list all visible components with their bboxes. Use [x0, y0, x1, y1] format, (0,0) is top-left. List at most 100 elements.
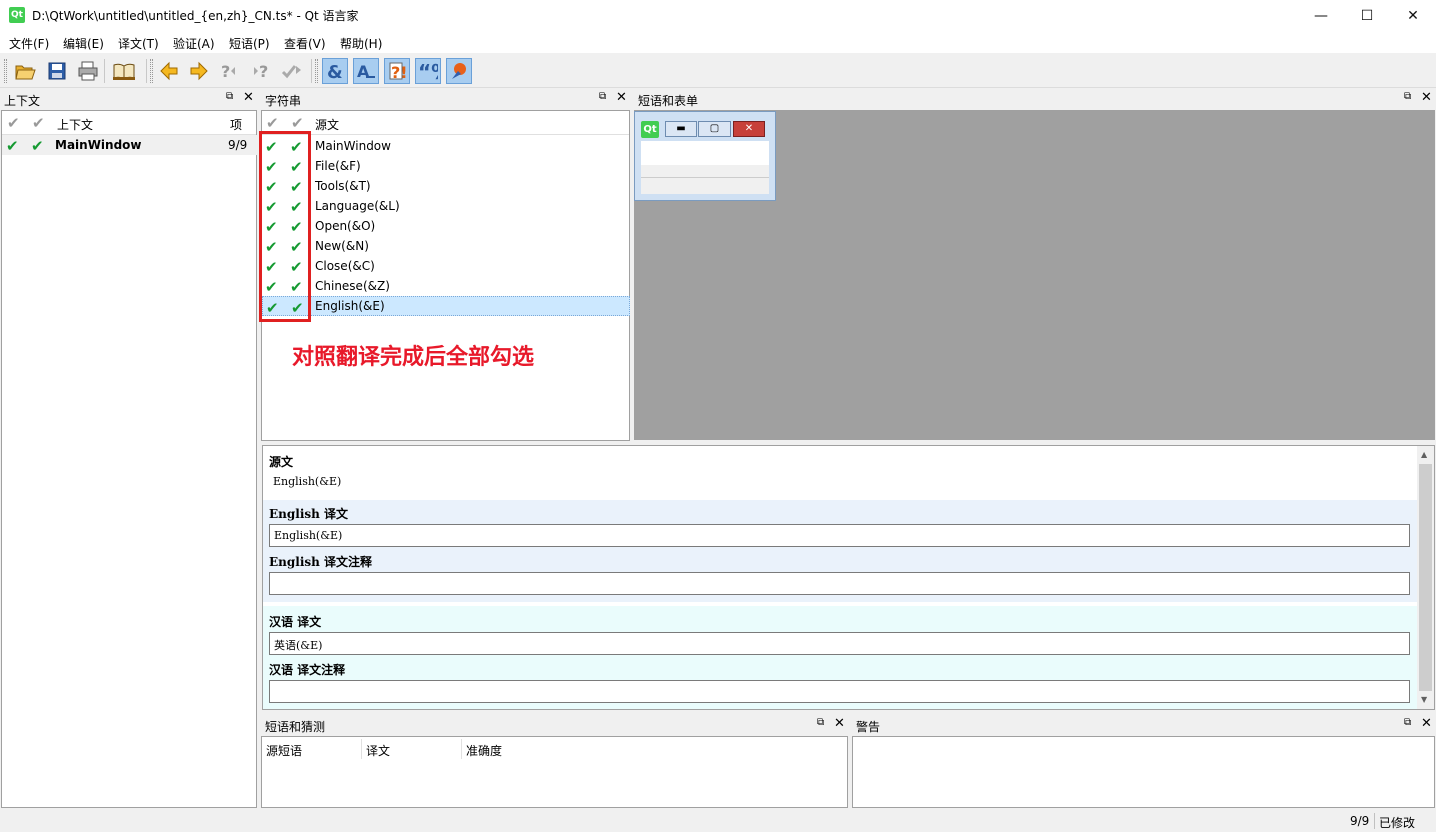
svg-text:A: A: [357, 62, 370, 81]
zh-translation-field[interactable]: 英语(&E): [269, 632, 1410, 655]
maximize-button[interactable]: ☐: [1344, 0, 1390, 31]
string-row[interactable]: ✔ ✔ Language(&L): [262, 196, 630, 216]
editor-scrollbar[interactable]: ▲ ▼: [1417, 446, 1434, 709]
close-icon[interactable]: ✕: [1421, 90, 1432, 105]
float-icon[interactable]: ⧉: [226, 91, 233, 102]
context-row[interactable]: ✔ ✔ MainWindow 9/9: [2, 135, 257, 155]
en-translation-field[interactable]: English(&E): [269, 524, 1410, 547]
float-icon[interactable]: ⧉: [599, 91, 606, 102]
context-header: ✔ ✔ 上下文 项: [2, 111, 256, 135]
guesses-dock-title: 短语和猜测 ⧉ ✕: [261, 715, 849, 735]
print-icon[interactable]: [75, 58, 101, 84]
col-accuracy[interactable]: 准确度: [466, 742, 502, 759]
check-icon: ✔: [7, 114, 20, 132]
close-icon[interactable]: ✕: [243, 90, 254, 105]
menu-phrases[interactable]: 短语(P): [229, 35, 270, 52]
prev-unfinished-icon[interactable]: ?: [217, 58, 243, 84]
context-dock-title: 上下文 ⧉ ✕: [0, 89, 258, 109]
string-row[interactable]: ✔ ✔ New(&N): [262, 236, 630, 256]
source-label: 源文: [269, 455, 294, 469]
form-preview-window[interactable]: Qt ▬ ▢ ✕: [634, 111, 776, 201]
maximize-icon[interactable]: ▢: [698, 121, 731, 137]
window-title: D:\QtWork\untitled\untitled_{en,zh}_CN.t…: [32, 9, 359, 23]
status-progress: 9/9: [1350, 814, 1370, 828]
context-name: MainWindow: [55, 138, 142, 152]
menu-view[interactable]: 查看(V): [284, 35, 326, 52]
open-icon[interactable]: [12, 58, 38, 84]
context-panel: ✔ ✔ 上下文 项 ✔ ✔ MainWindow 9/9: [1, 110, 257, 808]
string-row-selected[interactable]: ✔ ✔ English(&E): [262, 296, 630, 317]
col-source-phrase[interactable]: 源短语: [266, 742, 302, 759]
menu-help[interactable]: 帮助(H): [340, 35, 382, 52]
svg-text:&: &: [327, 62, 343, 81]
next-unfinished-icon[interactable]: ?: [248, 58, 274, 84]
zh-comment-label: 汉语 译文注释: [269, 663, 346, 677]
qt-app-icon: Qt: [9, 7, 25, 23]
prev-icon[interactable]: [156, 58, 182, 84]
menu-edit[interactable]: 编辑(E): [63, 35, 104, 52]
phrasebook-icon[interactable]: [111, 58, 137, 84]
check-icon: ✔: [31, 137, 44, 155]
source-text: English(&E): [273, 475, 342, 488]
save-icon[interactable]: [44, 58, 70, 84]
svg-text:?: ?: [259, 62, 268, 81]
string-source: English(&E): [315, 299, 385, 313]
string-source: MainWindow: [315, 139, 391, 153]
string-source: Language(&L): [315, 199, 400, 213]
string-row[interactable]: ✔ ✔ MainWindow: [262, 136, 630, 156]
done-next-icon[interactable]: [279, 58, 305, 84]
menu-validation[interactable]: 验证(A): [173, 35, 215, 52]
context-count: 9/9: [228, 138, 248, 152]
col-translation[interactable]: 译文: [366, 742, 390, 759]
close-icon[interactable]: ✕: [1421, 716, 1432, 731]
string-source: File(&F): [315, 159, 361, 173]
guesses-header: 源短语 译文 准确度: [262, 737, 847, 761]
scrollbar-thumb[interactable]: [1419, 464, 1432, 691]
string-row[interactable]: ✔ ✔ Tools(&T): [262, 176, 630, 196]
phrase-check-icon[interactable]: ?!: [384, 58, 410, 84]
strings-dock-title: 字符串 ⧉ ✕: [261, 89, 631, 109]
check-icon: ✔: [266, 114, 279, 132]
close-button[interactable]: ✕: [1390, 0, 1436, 31]
placeholder-check-icon[interactable]: “%: [415, 58, 441, 84]
check-icon: ✔: [32, 114, 45, 132]
punctuation-check-icon[interactable]: A: [353, 58, 379, 84]
string-row[interactable]: ✔ ✔ Open(&O): [262, 216, 630, 236]
close-icon[interactable]: ✕: [834, 716, 845, 731]
svg-text:?: ?: [221, 62, 230, 81]
menu-file[interactable]: 文件(F): [9, 35, 49, 52]
qt-icon: Qt: [641, 121, 659, 138]
surrounding-whitespace-check-icon[interactable]: [446, 58, 472, 84]
accelerator-check-icon[interactable]: &: [322, 58, 348, 84]
toolbar-grip[interactable]: [4, 59, 7, 83]
close-icon[interactable]: ✕: [616, 90, 627, 105]
close-icon[interactable]: ✕: [733, 121, 765, 137]
annotation-text: 对照翻译完成后全部勾选: [292, 345, 535, 370]
menu-translation[interactable]: 译文(T): [118, 35, 159, 52]
next-icon[interactable]: [186, 58, 212, 84]
scroll-down-icon[interactable]: ▼: [1421, 695, 1427, 704]
minimize-icon[interactable]: ▬: [665, 121, 697, 137]
header-source[interactable]: 源文: [315, 116, 339, 133]
string-source: New(&N): [315, 239, 369, 253]
minimize-button[interactable]: —: [1298, 0, 1344, 31]
header-context[interactable]: 上下文: [57, 116, 93, 133]
forms-dock-title: 短语和表单 ⧉ ✕: [634, 89, 1436, 109]
float-icon[interactable]: ⧉: [1404, 91, 1411, 102]
toolbar: ? ? & A ?! “%: [0, 53, 1436, 88]
string-row[interactable]: ✔ ✔ Close(&C): [262, 256, 630, 276]
warnings-panel: [852, 736, 1435, 808]
zh-comment-field[interactable]: [269, 680, 1410, 703]
string-row[interactable]: ✔ ✔ Chinese(&Z): [262, 276, 630, 296]
check-icon: ✔: [291, 114, 304, 132]
en-comment-field[interactable]: [269, 572, 1410, 595]
strings-header: ✔ ✔ 源文: [262, 111, 629, 135]
header-items[interactable]: 项: [230, 116, 242, 133]
string-row[interactable]: ✔ ✔ File(&F): [262, 156, 630, 176]
svg-text:?!: ?!: [391, 63, 407, 81]
string-source: Close(&C): [315, 259, 375, 273]
float-icon[interactable]: ⧉: [1404, 717, 1411, 728]
status-bar: 9/9 已修改: [0, 810, 1436, 832]
float-icon[interactable]: ⧉: [817, 717, 824, 728]
scroll-up-icon[interactable]: ▲: [1421, 450, 1427, 459]
